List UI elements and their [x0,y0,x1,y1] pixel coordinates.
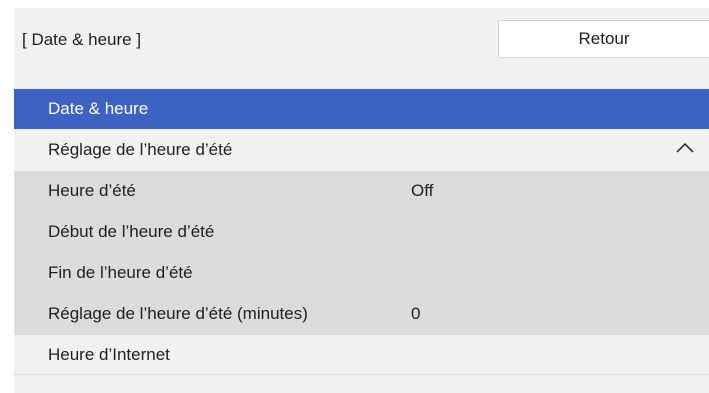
menu-item-internet-time[interactable]: Heure d’Internet [14,335,709,375]
menu-item-label: Réglage de l’heure d’été [48,140,233,159]
menu-item-dst-minutes[interactable]: Réglage de l’heure d’été (minutes) 0 [14,293,709,335]
menu-item-label: Date & heure [48,99,149,118]
menu-item-label: Début de l’heure d’été [48,222,215,241]
dst-minutes-value: 0 [411,304,421,323]
menu-item-dst-start[interactable]: Début de l’heure d’été [14,211,709,253]
menu-item-date-heure[interactable]: Date & heure [14,89,709,129]
menu-item-dst-settings[interactable]: Réglage de l’heure d’été [14,129,709,171]
menu-item-label: Fin de l’heure d’été [48,263,193,282]
chevron-up-icon[interactable] [675,141,695,155]
menu-item-label: Heure d’été [48,181,136,200]
breadcrumb: [ Date & heure ] [22,30,142,49]
menu-item-label: Heure d’Internet [48,344,170,364]
dst-value: Off [411,181,434,200]
menu-item-dst[interactable]: Heure d’été Off [14,171,709,211]
menu-item-label: Réglage de l’heure d’été (minutes) [48,304,308,323]
menu-item-dst-end[interactable]: Fin de l’heure d’été [14,253,709,293]
back-button[interactable]: Retour [498,20,709,58]
